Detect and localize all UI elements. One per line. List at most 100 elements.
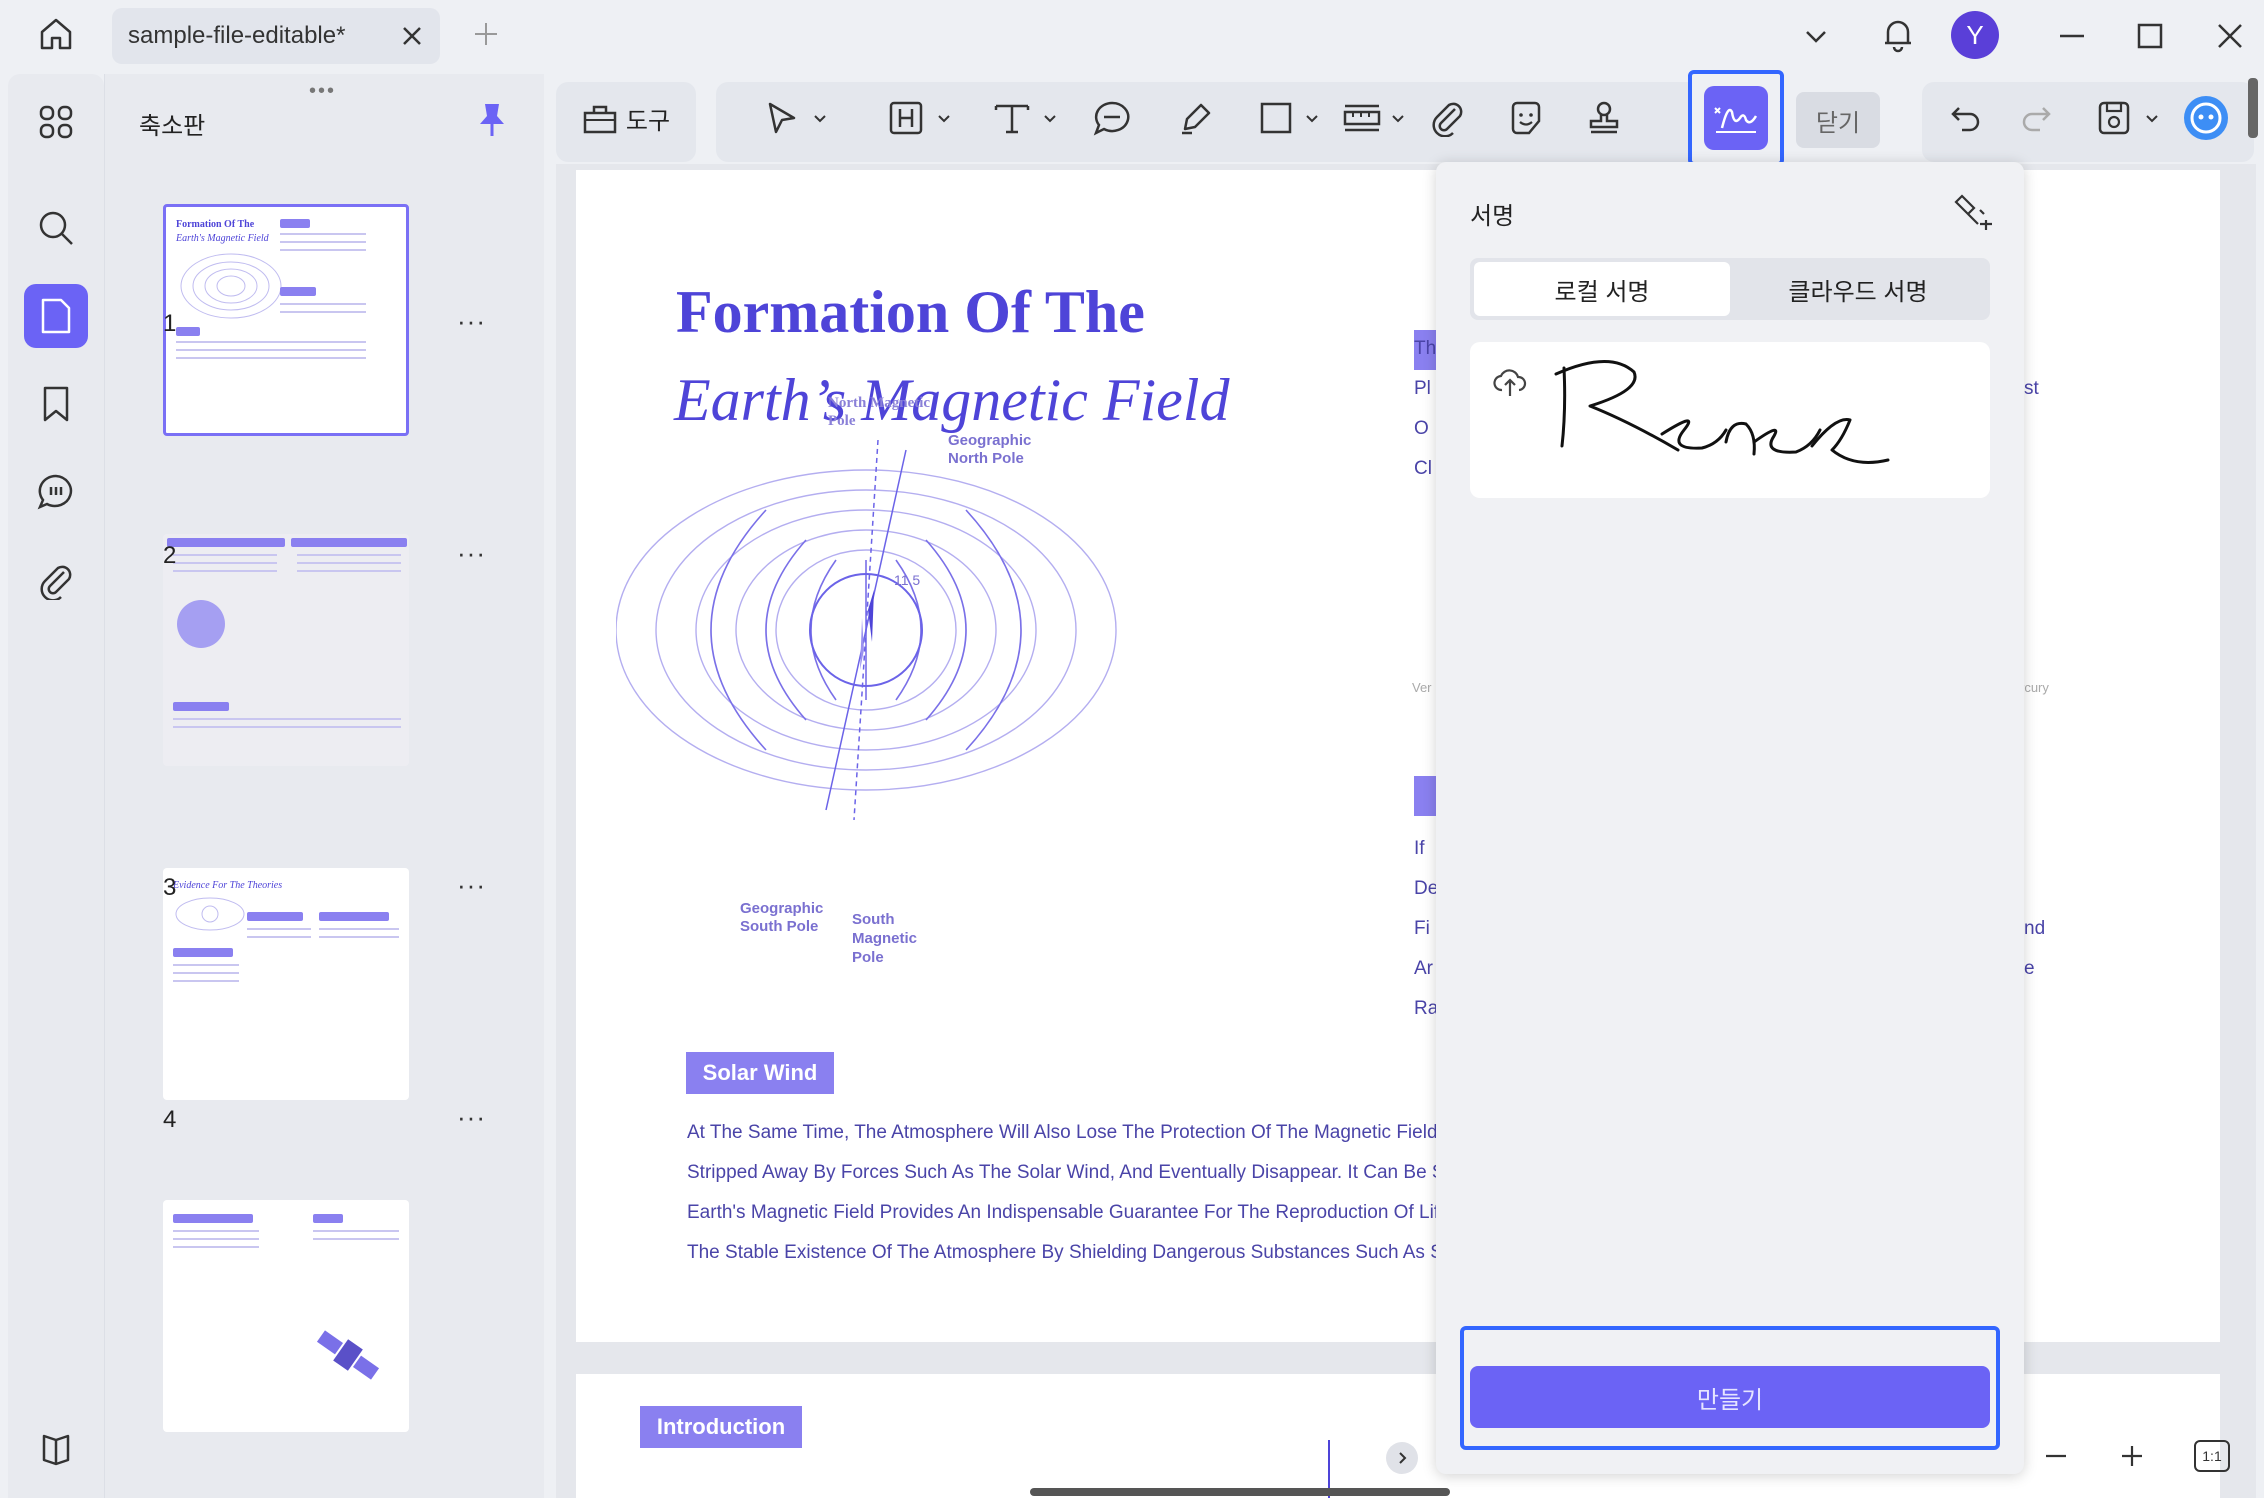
panel-drag-handle[interactable]: •••	[309, 80, 336, 103]
body-text-line: Stripped Away By Forces Such As The Sola…	[687, 1162, 1445, 1183]
thumbnail-2-line	[297, 554, 401, 556]
handwritten-signature-image	[1554, 360, 1890, 464]
chevron-down-icon[interactable]	[932, 82, 956, 154]
tab-cloud-signature[interactable]: 클라우드 서명	[1730, 262, 1986, 316]
thumbnail-2-more-button[interactable]: ···	[457, 538, 486, 569]
thumbnail-1-more-button[interactable]: ···	[457, 306, 486, 337]
search-icon[interactable]	[24, 196, 88, 260]
attach-file-icon[interactable]	[1418, 82, 1478, 154]
maximize-icon[interactable]	[2132, 18, 2168, 54]
ai-assistant-icon[interactable]	[2176, 82, 2236, 154]
saved-signature-card[interactable]	[1470, 342, 1990, 498]
new-tab-icon[interactable]	[470, 18, 502, 50]
thumbnail-4-tag	[173, 1214, 253, 1223]
thumbnail-3-line	[319, 936, 399, 938]
apps-grid-icon[interactable]	[24, 90, 88, 154]
document-tab[interactable]: sample-file-editable*	[112, 8, 440, 64]
home-icon[interactable]	[36, 14, 76, 54]
thumbnail-3-line	[319, 928, 399, 930]
stamp-icon[interactable]	[1574, 82, 1634, 154]
user-avatar[interactable]: Y	[1951, 11, 1999, 59]
thumbnail-page-4[interactable]	[163, 1200, 409, 1432]
zoom-out-icon[interactable]	[2040, 1440, 2072, 1472]
thumbnail-3-line	[247, 928, 311, 930]
select-pointer-icon[interactable]	[752, 82, 812, 154]
thumbnail-4-more-button[interactable]: ···	[457, 1102, 486, 1133]
panel-pin-icon[interactable]	[1952, 190, 1996, 234]
close-window-icon[interactable]	[2212, 18, 2248, 54]
vertical-scrollbar[interactable]	[2248, 78, 2258, 138]
undo-icon[interactable]	[1938, 82, 1994, 154]
fit-actual-size-button[interactable]: 1:1	[2194, 1440, 2230, 1472]
thumbnail-3-more-button[interactable]: ···	[457, 870, 486, 901]
chevron-down-icon[interactable]	[1800, 20, 1832, 52]
pin-icon[interactable]	[476, 102, 508, 138]
thumbnail-1-line	[176, 357, 366, 359]
thumbnails-page-icon[interactable]	[24, 284, 88, 348]
cloud-upload-icon[interactable]	[1492, 364, 1528, 400]
thumbnail-4-number: 4	[163, 1106, 177, 1133]
thumbnail-4-line	[313, 1238, 399, 1240]
thumbnail-2-line	[173, 562, 277, 564]
rectangle-shape-icon[interactable]	[1246, 82, 1306, 154]
thumbnail-page-3[interactable]: Evidence For The Theories	[163, 868, 409, 1100]
thumbnail-3-number: 3	[163, 874, 177, 901]
minimize-icon[interactable]	[2054, 18, 2090, 54]
notification-bell-icon[interactable]	[1878, 14, 1918, 54]
chevron-down-icon[interactable]	[1386, 82, 1410, 154]
reader-mode-icon[interactable]	[24, 1418, 88, 1482]
measure-ruler-icon[interactable]	[1332, 82, 1392, 154]
south-magnetic-pole-label: South Magnetic Pole	[852, 911, 918, 966]
close-tool-button[interactable]: 닫기	[1796, 92, 1880, 148]
text-tool-icon[interactable]	[982, 82, 1042, 154]
thumbnail-1-heading2: Earth's Magnetic Field	[176, 233, 269, 244]
close-tab-icon[interactable]	[398, 22, 426, 50]
pen-draw-icon[interactable]	[1166, 82, 1226, 154]
thumbnail-1-tag	[280, 219, 310, 228]
chevron-down-icon[interactable]	[1300, 82, 1324, 154]
comment-icon[interactable]	[24, 460, 88, 524]
thumbnail-page-2[interactable]	[163, 534, 409, 766]
thumbnail-1-line	[280, 249, 366, 251]
signature-panel-title: 서명	[1470, 203, 1515, 230]
highlight-icon[interactable]	[876, 82, 936, 154]
main-toolbar: 도구 닫기	[556, 70, 2256, 166]
signature-tabs: 로컬 서명 클라우드 서명	[1470, 258, 1990, 320]
signature-tool-button[interactable]	[1688, 70, 1784, 166]
right-column-fragment: If	[1414, 838, 1425, 859]
thumbnail-1-line	[280, 241, 366, 243]
thumbnail-3-heading: Evidence For The Theories	[173, 880, 283, 891]
attachment-icon[interactable]	[24, 548, 88, 612]
planet-label-fragment: rcury	[2020, 680, 2049, 695]
save-icon[interactable]	[2086, 82, 2142, 154]
north-magnetic-pole-label: North Magnetic Pole	[828, 395, 931, 429]
chevron-down-icon[interactable]	[808, 82, 832, 154]
tools-button[interactable]: 도구	[556, 82, 696, 154]
thumbnail-page-1[interactable]: Formation Of The Earth's Magnetic Field	[163, 204, 409, 436]
chevron-down-icon[interactable]	[1038, 82, 1062, 154]
right-column-fragment: Ar	[1414, 958, 1433, 979]
thumbnail-1-heading1: Formation Of The	[176, 219, 255, 230]
thumbnail-4-line	[173, 1246, 259, 1248]
thumbnails-panel: ••• 축소판 Formation Of The Earth's Magneti…	[104, 74, 544, 1498]
thumbnail-1-line	[176, 341, 366, 343]
horizontal-scrollbar[interactable]	[1030, 1488, 1450, 1496]
thumbnail-2-tag	[173, 702, 229, 711]
chevron-right-icon[interactable]	[1386, 1442, 1418, 1474]
thumbnail-3-tag	[319, 912, 389, 921]
comment-note-icon[interactable]	[1082, 82, 1142, 154]
thumbnail-2-tag	[291, 538, 407, 547]
angle-label: 11.5	[894, 572, 921, 588]
create-signature-button[interactable]: 만들기	[1470, 1366, 1990, 1428]
magnetic-field-diagram	[616, 439, 1117, 821]
introduction-tag: Introduction	[640, 1406, 802, 1448]
document-tab-title: sample-file-editable*	[128, 22, 346, 49]
thumbnail-1-line	[280, 233, 366, 235]
redo-icon[interactable]	[2008, 82, 2064, 154]
zoom-in-icon[interactable]	[2116, 1440, 2148, 1472]
chevron-down-icon[interactable]	[2140, 82, 2164, 154]
sticker-icon[interactable]	[1496, 82, 1556, 154]
tab-local-signature[interactable]: 로컬 서명	[1474, 262, 1730, 316]
bookmark-icon[interactable]	[24, 372, 88, 436]
body-text-line: Earth's Magnetic Field Provides An Indis…	[687, 1202, 1450, 1223]
